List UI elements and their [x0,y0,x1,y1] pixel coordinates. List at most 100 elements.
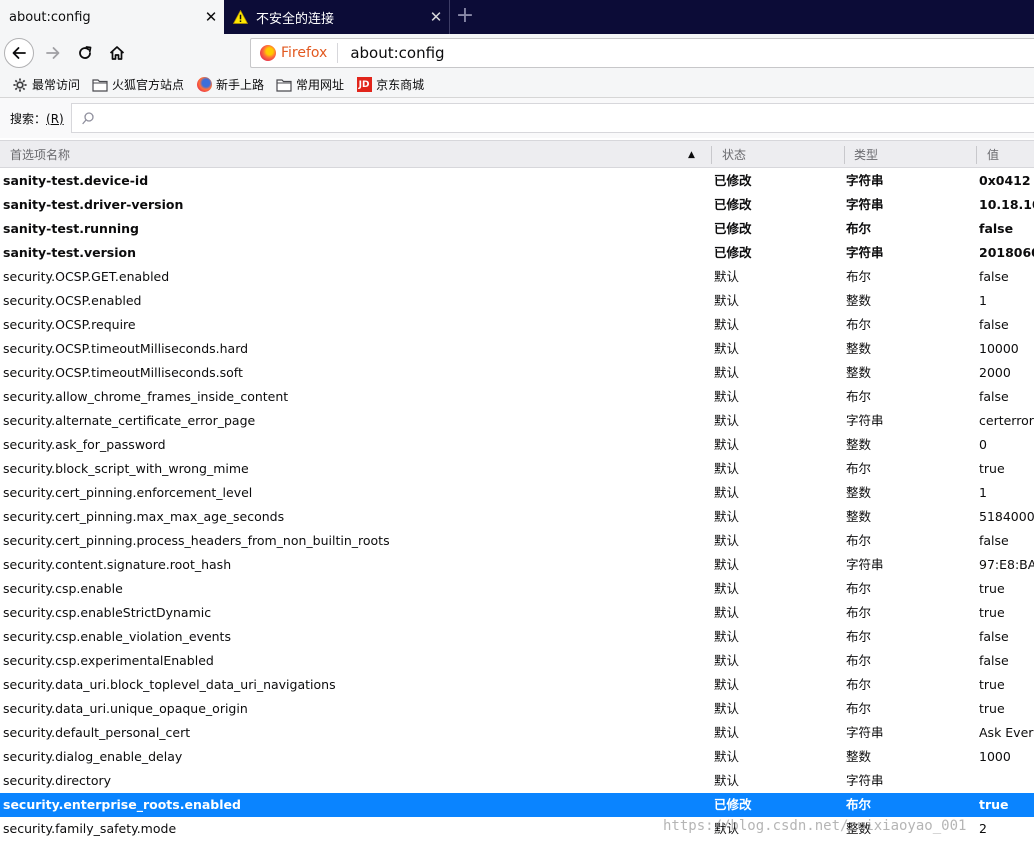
column-header-value[interactable]: 值 [987,141,999,168]
table-row[interactable]: security.dialog_enable_delay 默认 整数 1000 [0,745,1034,769]
tab-insecure-connection[interactable]: 不安全的连接 ✕ [225,0,449,34]
pref-status-cell: 默认 [714,581,740,596]
table-row[interactable]: security.data_uri.unique_opaque_origin 默认… [0,697,1034,721]
pref-name-cell: sanity-test.driver-version [3,197,184,212]
warning-icon [233,10,248,24]
pref-type-cell: 字符串 [846,173,884,188]
gear-icon [12,77,28,93]
column-header-row: 首选项名称 ▲ 状态 类型 值 [0,140,1034,168]
bookmark-label: 京东商城 [376,78,425,92]
table-row[interactable]: security.OCSP.timeoutMilliseconds.soft 默认… [0,361,1034,385]
pref-status-cell: 默认 [714,821,740,836]
pref-type-cell: 布尔 [846,797,872,812]
pref-value-cell: false [979,629,1009,644]
pref-type-cell: 字符串 [846,197,884,212]
home-icon [109,46,125,60]
pref-name-cell: security.csp.enable_violation_events [3,629,231,644]
arrow-left-icon [12,47,26,59]
url-text[interactable]: about:config [350,44,444,62]
pref-type-cell: 布尔 [846,677,872,692]
pref-type-cell: 字符串 [846,245,884,260]
table-row[interactable]: sanity-test.version 已修改 字符串 20180605 [0,241,1034,265]
table-row[interactable]: security.csp.enable_violation_events 默认 布尔… [0,625,1034,649]
search-input[interactable] [98,104,1034,132]
back-button[interactable] [4,38,34,68]
column-header-status[interactable]: 状态 [722,141,746,168]
home-button[interactable] [102,38,132,68]
pref-value-cell [979,769,1034,793]
table-row[interactable]: security.OCSP.timeoutMilliseconds.hard 默认… [0,337,1034,361]
pref-type-cell: 布尔 [846,629,872,644]
column-divider[interactable] [844,146,845,164]
pref-type-cell: 布尔 [846,605,872,620]
table-row[interactable]: security.cert_pinning.enforcement_level 默… [0,481,1034,505]
bookmark-getting-started[interactable]: 新手上路 [196,76,264,93]
pref-value-cell: 10000 [979,341,1019,356]
pref-name-cell: security.family_safety.mode [3,821,177,836]
table-row[interactable]: security.enterprise_roots.enabled 已修改 布尔 tr… [0,793,1034,817]
pref-status-cell: 默认 [714,269,740,284]
pref-type-cell: 整数 [846,821,872,836]
url-bar[interactable]: Firefox about:config [250,38,1034,68]
jd-icon: JD [356,77,372,93]
pref-type-cell: 布尔 [846,269,872,284]
table-row[interactable]: security.csp.enableStrictDynamic 默认 布尔 true [0,601,1034,625]
bookmark-most-visited[interactable]: 最常访问 [12,76,80,93]
search-label: 搜索：(R) [10,111,64,126]
reload-button[interactable] [70,38,100,68]
table-row[interactable]: security.data_uri.block_toplevel_data_ur… [0,673,1034,697]
table-row[interactable]: security.OCSP.GET.enabled 默认 布尔 false [0,265,1034,289]
pref-name-cell: security.data_uri.block_toplevel_data_ur… [3,677,336,692]
bookmark-firefox-official[interactable]: 火狐官方站点 [92,76,184,93]
identity-brand-label: Firefox [281,45,328,61]
table-row[interactable]: security.default_personal_cert 默认 字符串 Ask E… [0,721,1034,745]
pref-value-cell: 2 [979,821,987,836]
table-row[interactable]: security.allow_chrome_frames_inside_cont… [0,385,1034,409]
table-row[interactable]: security.ask_for_password 默认 整数 0 [0,433,1034,457]
table-row[interactable]: security.cert_pinning.max_max_age_second… [0,505,1034,529]
table-row[interactable]: security.csp.enable 默认 布尔 true [0,577,1034,601]
reload-icon [79,46,92,59]
bookmark-common-sites[interactable]: 常用网址 [276,76,344,93]
firefox-icon [196,77,212,93]
table-row[interactable]: security.OCSP.require 默认 布尔 false [0,313,1034,337]
pref-status-cell: 默认 [714,341,740,356]
pref-value-cell: false [979,389,1009,404]
forward-button[interactable] [38,38,68,68]
table-row[interactable]: security.OCSP.enabled 默认 整数 1 [0,289,1034,313]
table-row[interactable]: security.csp.experimentalEnabled 默认 布尔 fals… [0,649,1034,673]
close-tab-icon[interactable]: ✕ [198,8,224,26]
pref-status-cell: 默认 [714,773,740,788]
column-header-type[interactable]: 类型 [854,141,878,168]
bookmark-jd-mall[interactable]: JD 京东商城 [356,76,424,93]
table-row[interactable]: security.cert_pinning.process_headers_fr… [0,529,1034,553]
table-row[interactable]: security.content.signature.root_hash 默认 字符… [0,553,1034,577]
pref-name-cell: security.OCSP.timeoutMilliseconds.soft [3,365,243,380]
table-row[interactable]: sanity-test.running 已修改 布尔 false [0,217,1034,241]
table-row[interactable]: sanity-test.driver-version 已修改 字符串 10.18.10… [0,193,1034,217]
table-row[interactable]: security.block_script_with_wrong_mime 默认 布… [0,457,1034,481]
column-divider[interactable] [711,146,712,164]
pref-type-cell: 整数 [846,341,872,356]
pref-value-cell: 5184000 [979,509,1034,524]
bookmark-label: 火狐官方站点 [112,78,185,92]
new-tab-button[interactable]: + [452,4,478,30]
table-row[interactable]: sanity-test.device-id 已修改 字符串 0x0412 [0,169,1034,193]
pref-name-cell: security.OCSP.timeoutMilliseconds.hard [3,341,249,356]
pref-value-cell: true [979,797,1009,812]
pref-type-cell: 布尔 [846,317,872,332]
table-row[interactable]: security.alternate_certificate_error_pag… [0,409,1034,433]
search-box[interactable] [71,103,1034,133]
table-row[interactable]: security.family_safety.mode 默认 整数 2 [0,817,1034,841]
pref-type-cell: 字符串 [846,413,884,428]
pref-value-cell: 97:E8:BA:9 [979,557,1034,572]
pref-value-cell: true [979,701,1005,716]
column-divider[interactable] [976,146,977,164]
pref-value-cell: true [979,581,1005,596]
table-row[interactable]: security.directory 默认 字符串 [0,769,1034,793]
pref-name-cell: security.cert_pinning.max_max_age_second… [3,509,285,524]
column-header-name[interactable]: 首选项名称 [10,141,700,168]
tab-about-config[interactable]: about:config ✕ [0,0,224,34]
close-tab-icon[interactable]: ✕ [423,8,449,26]
pref-type-cell: 布尔 [846,221,872,236]
